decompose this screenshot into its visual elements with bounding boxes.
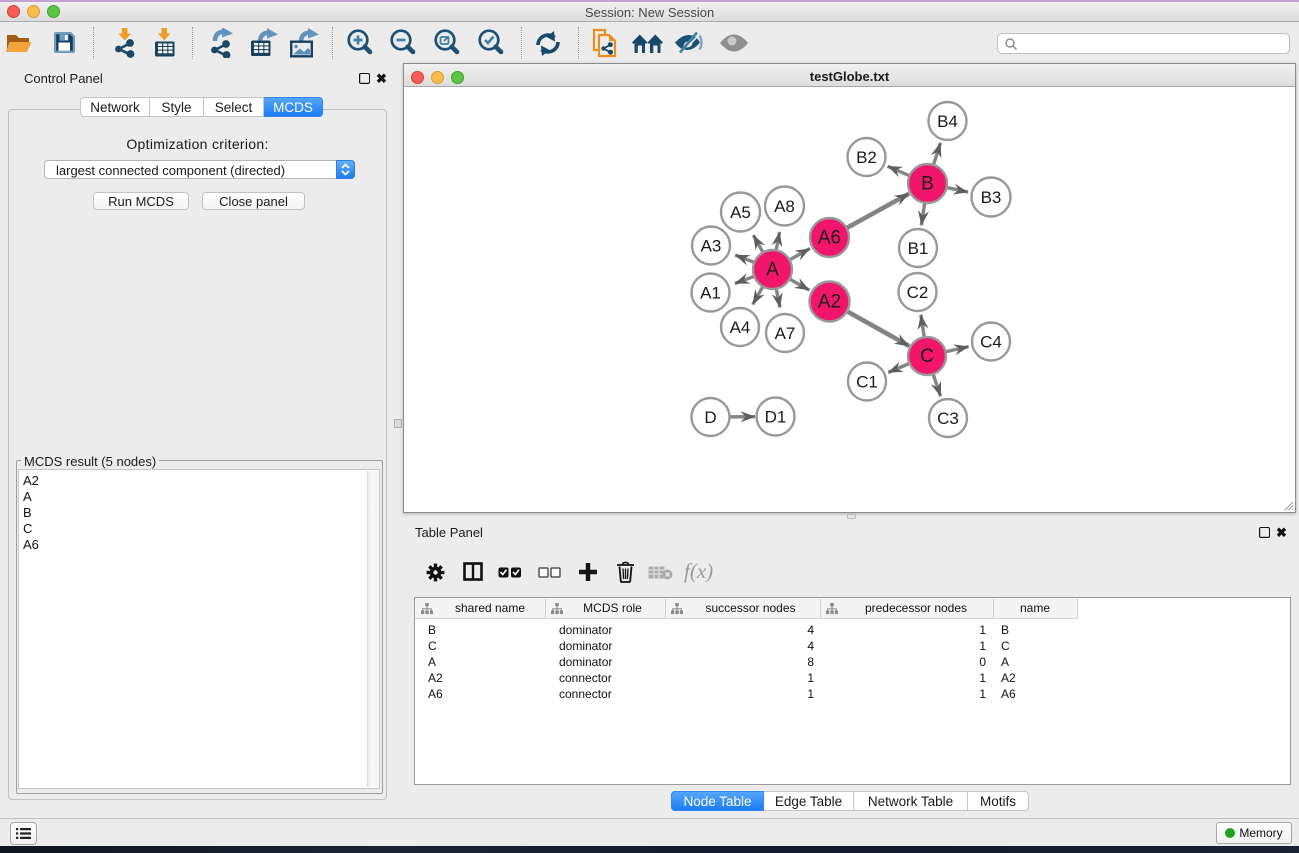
svg-text:B2: B2 <box>856 148 877 167</box>
svg-text:C2: C2 <box>907 283 929 302</box>
svg-text:A4: A4 <box>730 318 751 337</box>
svg-text:A5: A5 <box>730 203 751 222</box>
svg-text:B4: B4 <box>937 112 958 131</box>
svg-text:B3: B3 <box>981 188 1002 207</box>
svg-text:D: D <box>704 408 716 427</box>
svg-text:C3: C3 <box>937 409 959 428</box>
svg-text:A: A <box>766 260 779 281</box>
svg-text:A6: A6 <box>818 228 841 249</box>
svg-text:B1: B1 <box>908 239 929 258</box>
svg-text:B: B <box>921 174 934 195</box>
svg-text:C4: C4 <box>980 333 1002 352</box>
svg-text:A3: A3 <box>701 237 722 256</box>
svg-text:C: C <box>920 346 934 367</box>
svg-text:D1: D1 <box>765 408 787 427</box>
svg-text:C1: C1 <box>856 373 878 392</box>
svg-text:A1: A1 <box>700 284 721 303</box>
svg-text:A7: A7 <box>775 324 796 343</box>
svg-text:A8: A8 <box>774 197 795 216</box>
svg-text:A2: A2 <box>818 292 841 313</box>
